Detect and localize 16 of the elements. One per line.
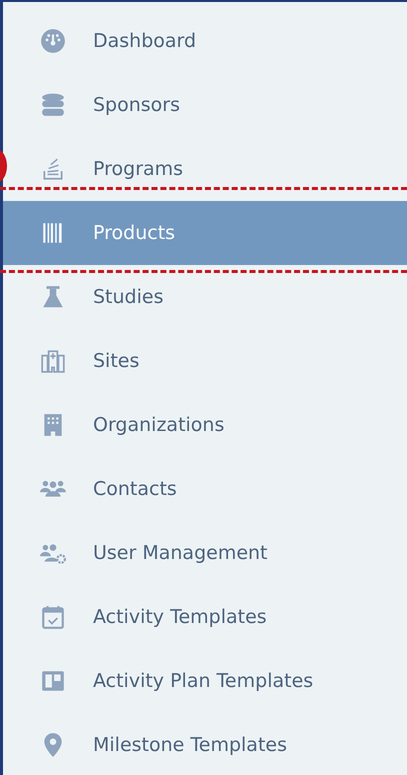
calendar-check-icon <box>40 604 66 630</box>
sidebar-item[interactable]: Sites <box>3 329 407 393</box>
sidebar-item[interactable]: Activity Plan Templates <box>3 649 407 713</box>
sidebar-item[interactable]: Contacts <box>3 457 407 521</box>
sidebar-item[interactable]: Milestone Templates <box>3 713 407 775</box>
sidebar-item[interactable]: Sponsors <box>3 73 407 137</box>
sidebar-item[interactable]: Studies <box>3 265 407 329</box>
sidebar-item[interactable]: User Management <box>3 521 407 585</box>
sidebar-item[interactable]: Dashboard <box>3 9 407 73</box>
hospital-building-icon <box>40 348 66 374</box>
gauge-icon <box>40 28 66 54</box>
sidebar-item[interactable]: Programs <box>3 137 407 201</box>
database-icon <box>40 92 66 118</box>
sidebar-item[interactable]: Activity Templates <box>3 585 407 649</box>
sidebar-item[interactable]: Organizations <box>3 393 407 457</box>
sidebar-item[interactable]: Products <box>3 201 407 265</box>
